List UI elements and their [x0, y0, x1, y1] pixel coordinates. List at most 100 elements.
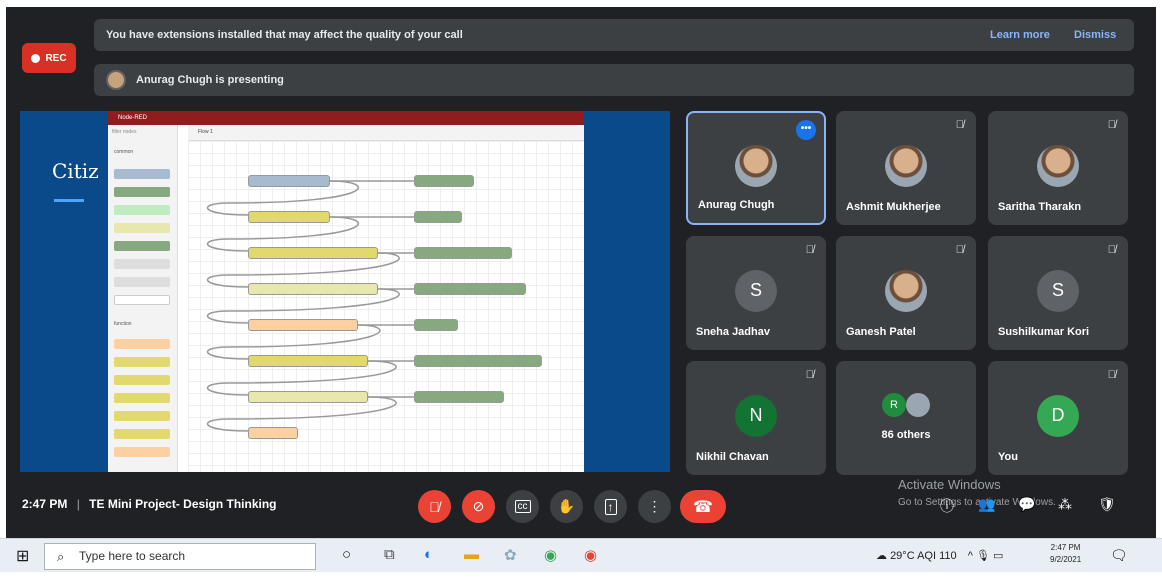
more-options-button[interactable]: ⋮ — [638, 490, 671, 523]
clock-time: 2:47 PM — [1050, 543, 1081, 552]
extensions-message: You have extensions installed that may a… — [106, 29, 463, 41]
palette-node — [114, 241, 170, 251]
participant-tile[interactable]: 🎙̸ Saritha Tharakn — [988, 111, 1128, 225]
palette-node — [114, 205, 170, 215]
meeting-time: 2:47 PM — [22, 497, 68, 511]
debug-node[interactable] — [414, 355, 542, 367]
flow-workspace — [188, 141, 584, 472]
others-tile[interactable]: R 86 others — [836, 361, 976, 475]
chrome-icon[interactable]: ◉ — [544, 546, 557, 564]
chevron-up-icon[interactable]: ^ — [968, 550, 973, 562]
paint-icon[interactable]: ✿ — [504, 546, 517, 564]
file-explorer-icon[interactable]: ▬ — [464, 546, 479, 563]
windows-start-icon[interactable]: ⊞ — [16, 546, 29, 566]
participant-photo — [885, 144, 927, 187]
mic-off-icon: 🎙̸ — [805, 369, 814, 381]
end-call-button[interactable]: ☎ — [680, 490, 726, 523]
page-bottom-strip — [0, 572, 1162, 581]
node-red-header: Node-RED — [108, 111, 584, 125]
flow-node[interactable] — [248, 427, 298, 439]
people-icon[interactable]: 👥 — [978, 496, 995, 513]
hang-up-icon: ☎ — [693, 498, 713, 516]
network-icon[interactable]: ▭ — [993, 550, 1003, 562]
captions-button[interactable]: cc — [506, 490, 539, 523]
flow-node[interactable] — [248, 247, 378, 259]
edge-icon[interactable]: ◐ — [424, 546, 433, 563]
participant-avatar: D — [1037, 394, 1079, 437]
shared-screen: Citiz Node-RED filter nodes common funct… — [20, 111, 670, 472]
system-tray: ☁ 29°C AQI 110 ^ 🎙 ▭ — [876, 549, 1003, 562]
others-avatar: R — [882, 393, 906, 417]
participant-tile[interactable]: 🎙̸ S Sushilkumar Kori — [988, 236, 1128, 350]
meeting-separator: | — [76, 497, 80, 511]
participant-name: Saritha Tharakn — [998, 201, 1082, 213]
participant-tile[interactable]: ••• Anurag Chugh — [686, 111, 826, 225]
captions-icon: cc — [514, 500, 531, 513]
palette-node — [114, 223, 170, 233]
raise-hand-button[interactable]: ✋ — [550, 490, 583, 523]
debug-node[interactable] — [414, 391, 504, 403]
participant-tile[interactable]: 🎙̸ N Nikhil Chavan — [686, 361, 826, 475]
record-dot-icon — [31, 53, 41, 63]
node-palette: filter nodes common function — [108, 125, 178, 472]
participant-photo — [735, 144, 777, 187]
flow-node[interactable] — [248, 283, 378, 295]
others-photo — [906, 393, 930, 417]
notifications-icon[interactable]: 🗨 — [1110, 547, 1128, 564]
flow-node[interactable] — [248, 319, 358, 331]
clock-date: 9/2/2021 — [1050, 555, 1082, 564]
palette-filter: filter nodes — [112, 129, 137, 135]
mic-off-icon: 🎙̸ — [1107, 244, 1116, 256]
palette-node — [114, 169, 170, 179]
info-icon[interactable]: ⓘ — [940, 496, 954, 516]
debug-node[interactable] — [414, 175, 474, 187]
camera-toggle-button[interactable]: ⊘ — [462, 490, 495, 523]
participant-tile[interactable]: 🎙̸ Ashmit Mukherjee — [836, 111, 976, 225]
participant-name: Ashmit Mukherjee — [846, 201, 941, 213]
chat-icon[interactable]: 💬 — [1018, 496, 1035, 513]
weather-temp[interactable]: 29°C — [890, 550, 915, 562]
node-red-editor: Node-RED filter nodes common function Fl… — [108, 111, 584, 472]
taskbar-clock[interactable]: 2:47 PM 9/2/2021 — [1050, 542, 1081, 566]
mic-off-icon: 🎙̸ — [955, 119, 964, 131]
flow-tabs: Flow 1 — [188, 125, 584, 141]
mic-toggle-button[interactable]: 🎙̸ — [418, 490, 451, 523]
tab-flow-1[interactable]: Flow 1 — [198, 129, 213, 135]
chrome-alt-icon[interactable]: ◉ — [584, 546, 597, 564]
meet-window: You have extensions installed that may a… — [6, 7, 1156, 538]
participant-avatar: S — [735, 269, 777, 312]
participant-avatar: N — [735, 394, 777, 437]
weather-icon: ☁ — [876, 550, 887, 562]
palette-heading-common: common — [114, 149, 134, 155]
flow-node[interactable] — [248, 355, 368, 367]
host-controls-icon[interactable]: 🛡 — [1098, 496, 1116, 513]
task-view-icon[interactable]: ⧉ — [384, 546, 395, 563]
debug-node[interactable] — [414, 283, 526, 295]
debug-node[interactable] — [414, 319, 458, 331]
mic-icon[interactable]: 🎙 — [976, 550, 990, 562]
taskbar-search[interactable]: ⌕ Type here to search — [44, 543, 316, 570]
flow-node[interactable] — [248, 211, 330, 223]
dismiss-link[interactable]: Dismiss — [1074, 19, 1116, 51]
debug-node[interactable] — [414, 247, 512, 259]
windows-taskbar: ⊞ ⌕ Type here to search ○ ⧉ ◐ ▬ ✿ ◉ ◉ ☁ … — [0, 538, 1162, 572]
participant-tile[interactable]: 🎙̸ S Sneha Jadhav — [686, 236, 826, 350]
flow-node[interactable] — [248, 175, 330, 187]
more-options-icon[interactable]: ••• — [796, 120, 816, 140]
participant-name: Sneha Jadhav — [696, 326, 770, 338]
palette-node — [114, 339, 170, 349]
flow-wires — [206, 180, 414, 432]
hand-icon: ✋ — [557, 498, 576, 514]
slide-underline — [54, 199, 84, 202]
participant-tile[interactable]: 🎙̸ D You — [988, 361, 1128, 475]
present-button[interactable]: ↑ — [594, 490, 627, 523]
flow-node[interactable] — [248, 391, 368, 403]
debug-node[interactable] — [414, 211, 462, 223]
activities-icon[interactable]: ⁂ — [1058, 496, 1072, 513]
participant-tile[interactable]: 🎙̸ Ganesh Patel — [836, 236, 976, 350]
learn-more-link[interactable]: Learn more — [990, 19, 1050, 51]
aqi-value[interactable]: AQI 110 — [917, 550, 957, 562]
participant-avatar: S — [1037, 269, 1079, 312]
cortana-icon[interactable]: ○ — [342, 546, 351, 563]
participant-name: Ganesh Patel — [846, 326, 916, 338]
